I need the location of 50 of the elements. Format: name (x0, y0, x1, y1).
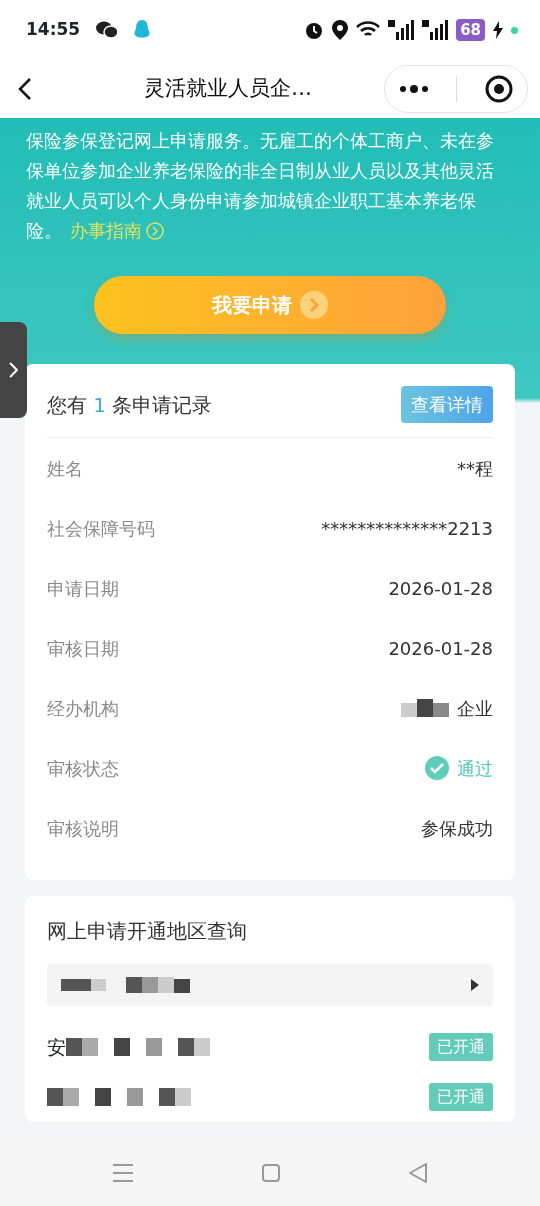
record-count: 您有 1 条申请记录 (47, 391, 213, 419)
field-value: 2026-01-28 (388, 636, 493, 661)
intro-text: 保险参保登记网上申请服务。无雇工的个体工商户、未在参 (26, 129, 495, 153)
location-icon (332, 20, 349, 40)
detail-button[interactable]: 查看详情 (401, 386, 493, 423)
region-select[interactable] (47, 964, 493, 1006)
page-title: 灵活就业人员企… (143, 75, 313, 103)
close-icon[interactable] (485, 75, 514, 103)
back-icon[interactable] (18, 77, 32, 101)
chevron-circle-icon (146, 222, 164, 240)
arrow-circle-icon (300, 291, 328, 319)
field-value: 参保成功 (421, 816, 493, 841)
section-title: 网上申请开通地区查询 (47, 918, 248, 945)
field-label: 审核状态 (47, 756, 119, 781)
alarm-icon (304, 20, 325, 40)
field-label: 社会保障号码 (47, 516, 155, 541)
status-badge: 已开通 (429, 1033, 493, 1061)
status-time: 14:55 (26, 18, 81, 42)
status-badge: 已开通 (429, 1083, 493, 1111)
signal-icon (422, 20, 449, 40)
field-label: 经办机构 (47, 696, 119, 721)
field-label: 申请日期 (47, 576, 119, 601)
field-value: 2026-01-28 (388, 576, 493, 601)
field-value: **程 (457, 456, 493, 481)
more-icon[interactable] (398, 84, 429, 94)
redaction-drawing (401, 699, 449, 717)
check-circle-icon (425, 756, 449, 780)
menu-icon[interactable] (112, 1164, 133, 1182)
penguin-icon (134, 20, 151, 40)
intro-text: 险。 (26, 219, 62, 243)
dot-icon (511, 26, 518, 34)
guide-link[interactable]: 办事指南 (70, 216, 164, 246)
home-icon[interactable] (262, 1164, 280, 1182)
intro-text: 就业人员可以个人身份申请参加城镇企业职工基本养老保 (26, 189, 477, 213)
apply-button[interactable]: 我要申请 (94, 276, 446, 334)
side-tab[interactable] (0, 322, 27, 418)
charging-icon (493, 21, 503, 39)
field-label: 审核日期 (47, 636, 119, 661)
field-value: **************2213 (321, 516, 493, 541)
caret-icon (471, 979, 479, 991)
region-name: 安 (47, 1034, 66, 1060)
battery-level: 68 (456, 18, 485, 42)
field-label: 审核说明 (47, 816, 119, 841)
field-value: 企业 (457, 696, 493, 721)
chevron-right-icon (9, 362, 18, 378)
intro-text: 保单位参加企业养老保险的非全日制从业人员以及其他灵活 (26, 159, 495, 183)
field-label: 姓名 (47, 456, 83, 481)
chat-icon (96, 21, 119, 39)
signal-icon (388, 20, 415, 40)
status-value: 通过 (457, 756, 493, 781)
